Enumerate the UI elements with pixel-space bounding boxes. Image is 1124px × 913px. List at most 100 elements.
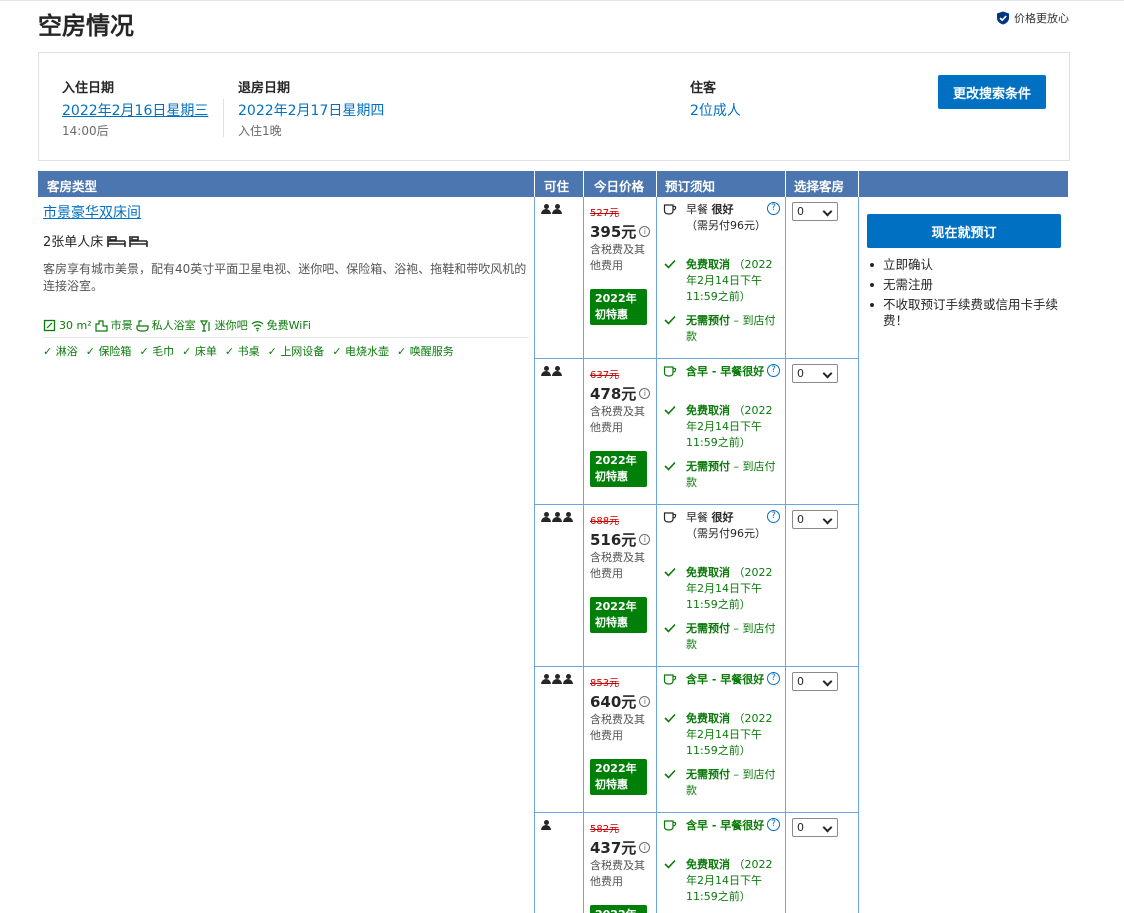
facility-size: 30 m²: [59, 318, 92, 332]
amenity-item: ✓ 淋浴: [43, 345, 78, 358]
tax-note: 含税费及其他费用: [590, 405, 645, 434]
checkmark-icon: [664, 567, 676, 577]
meal-info: 含早 - 早餐很好: [686, 365, 765, 378]
grid-line: [656, 197, 657, 913]
no-prepayment: 无需预付 – 到店付款: [686, 314, 776, 343]
info-icon[interactable]: i: [639, 388, 651, 399]
grid-line: [858, 197, 859, 913]
room-quantity-select[interactable]: 0: [792, 364, 838, 383]
checkin-label: 入住日期: [62, 81, 115, 96]
question-icon[interactable]: ?: [767, 672, 780, 685]
room-amenities: ✓ 淋浴 ✓ 保险箱 ✓ 毛巾 ✓ 床单 ✓ 书桌 ✓ 上网设备 ✓ 电烧水壶 …: [43, 343, 454, 359]
benefit-item: 不收取预订手续费或信用卡手续费！: [867, 297, 1067, 329]
no-prepayment: 无需预付 – 到店付款: [686, 768, 776, 797]
coffee-cup-icon: [663, 512, 677, 523]
grid-line: [785, 197, 786, 913]
grid-line: [534, 358, 859, 359]
room-quantity-select[interactable]: 0: [792, 818, 838, 837]
person-icon: [541, 204, 551, 214]
person-icon: [541, 674, 551, 684]
grid-line: [583, 197, 584, 913]
tax-note: 含税费及其他费用: [590, 551, 645, 580]
facility-minibar: 迷你吧: [214, 319, 248, 332]
checkmark-icon: [664, 769, 676, 779]
current-price: 437元 i: [590, 837, 651, 858]
tax-note: 含税费及其他费用: [590, 243, 645, 272]
free-cancellation: 免费取消 （2022年2月14日下午11:59之前）: [686, 258, 773, 303]
original-price: 527元: [590, 208, 620, 219]
facility-divider: [43, 337, 529, 338]
facility-view: 市景: [110, 319, 133, 332]
price-promise-label: 价格更放心: [1014, 12, 1069, 25]
tax-note: 含税费及其他费用: [590, 713, 645, 742]
meal-info: 含早 - 早餐很好: [686, 673, 765, 686]
divider: [223, 99, 224, 137]
bed-label: 2张单人床: [43, 235, 104, 250]
header-book-column: [859, 171, 1068, 197]
room-name-link[interactable]: 市景豪华双床间: [43, 202, 141, 222]
nights-count: 入住1晚: [238, 124, 282, 138]
guests-label: 住客: [690, 81, 717, 96]
deal-badge: 2022年初特惠: [590, 451, 647, 487]
coffee-cup-icon: [663, 366, 677, 377]
info-icon[interactable]: i: [639, 226, 651, 237]
search-summary: 入住日期 2022年2月16日星期三 14:00后 退房日期 2022年2月17…: [38, 52, 1070, 161]
change-search-button[interactable]: 更改搜索条件: [938, 75, 1046, 109]
checkmark-icon: [664, 859, 676, 869]
price-promise[interactable]: 价格更放心: [996, 10, 1069, 26]
coffee-cup-icon: [663, 820, 677, 831]
deal-badge: 2022年初特惠: [590, 597, 647, 633]
amenity-item: ✓ 书桌: [224, 345, 260, 358]
question-icon[interactable]: ?: [767, 510, 780, 523]
minibar-icon: [199, 319, 210, 332]
bath-icon: [136, 319, 149, 332]
question-icon[interactable]: ?: [767, 818, 780, 831]
question-icon[interactable]: ?: [767, 364, 780, 377]
grid-line: [534, 504, 859, 505]
occupancy-icons: [541, 366, 562, 376]
room-quantity-select[interactable]: 0: [792, 202, 838, 221]
free-cancellation: 免费取消 （2022年2月14日下午11:59之前）: [686, 712, 773, 757]
deal-badge: 2022年初特惠: [590, 905, 647, 913]
checkmark-icon: [664, 461, 676, 471]
info-icon[interactable]: i: [639, 696, 651, 707]
deal-badge: 2022年初特惠: [590, 759, 647, 795]
person-icon: [563, 512, 573, 522]
amenity-item: ✓ 床单: [182, 345, 217, 358]
amenity-item: ✓ 电烧水壶: [332, 345, 390, 358]
current-price: 478元 i: [590, 383, 651, 404]
person-icon: [552, 204, 562, 214]
checkmark-icon: [664, 315, 676, 325]
grid-line: [534, 197, 535, 913]
header-room-type: 客房类型: [38, 171, 534, 197]
amenity-item: ✓ 上网设备: [267, 345, 325, 358]
checkmark-icon: [664, 405, 676, 415]
no-prepayment: 无需预付 – 到店付款: [686, 460, 776, 489]
benefit-item: 立即确认: [867, 257, 1067, 273]
info-icon[interactable]: i: [639, 534, 651, 545]
original-price: 853元: [590, 678, 620, 689]
free-cancellation: 免费取消 （2022年2月14日下午11:59之前）: [686, 404, 773, 449]
person-icon: [541, 820, 551, 830]
meal-info: 早餐 很好 （需另付96元）: [686, 511, 766, 540]
info-icon[interactable]: i: [639, 842, 651, 853]
person-icon: [552, 512, 562, 522]
amenity-item: ✓ 保险箱: [85, 345, 132, 358]
amenity-item: ✓ 唤醒服务: [397, 345, 454, 358]
facility-bath: 私人浴室: [151, 319, 196, 332]
question-icon[interactable]: ?: [767, 202, 780, 215]
tax-note: 含税费及其他费用: [590, 859, 645, 888]
city-view-icon: [95, 319, 108, 332]
room-quantity-select[interactable]: 0: [792, 672, 838, 691]
book-now-button[interactable]: 现在就预订: [867, 214, 1061, 248]
current-price: 516元 i: [590, 529, 651, 550]
checkout-date[interactable]: 2022年2月17日星期四: [238, 100, 384, 120]
facility-wifi: 免费WiFi: [266, 319, 311, 332]
checkin-date-link[interactable]: 2022年2月16日星期三: [62, 100, 208, 120]
room-quantity-select[interactable]: 0: [792, 510, 838, 529]
occupancy-icons: [541, 512, 573, 522]
header-occupancy: 可住: [535, 171, 583, 197]
guests-value[interactable]: 2位成人: [690, 100, 741, 120]
checkmark-icon: [664, 713, 676, 723]
benefit-item: 无需注册: [867, 277, 1067, 293]
